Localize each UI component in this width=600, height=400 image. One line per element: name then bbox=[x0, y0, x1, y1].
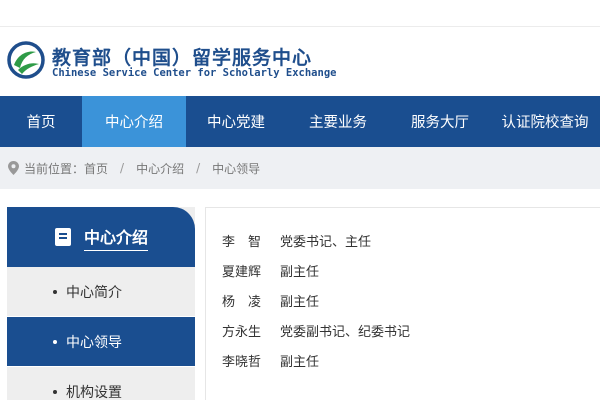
breadcrumb-current[interactable]: 中心领导 bbox=[212, 160, 260, 177]
leader-title: 副主任 bbox=[280, 294, 320, 310]
leader-name[interactable]: 夏建辉 bbox=[222, 261, 280, 280]
breadcrumb-prefix: 当前位置： bbox=[24, 161, 85, 176]
sidebar-header: 中心介绍 bbox=[7, 207, 195, 267]
top-strip bbox=[0, 0, 600, 27]
list-item: 方永生 党委副书记、纪委书记 bbox=[222, 320, 410, 340]
sidebar-title: 中心介绍 bbox=[83, 224, 148, 251]
sidebar-item-organization[interactable]: 机构设置 bbox=[7, 367, 195, 400]
list-item: 李 智 党委书记、主任 bbox=[222, 230, 371, 250]
breadcrumb-separator: / bbox=[120, 161, 125, 175]
sidebar-item-center-profile[interactable]: 中心简介 bbox=[7, 267, 195, 317]
leader-title: 副主任 bbox=[280, 264, 320, 280]
list-item: 杨 凌 副主任 bbox=[222, 290, 319, 310]
leader-title: 党委书记、主任 bbox=[280, 234, 372, 250]
main-nav: 首页 中心介绍 中心党建 主要业务 服务大厅 认证院校查询 bbox=[0, 96, 600, 147]
leader-title: 党委副书记、纪委书记 bbox=[280, 324, 411, 340]
logo-english-name[interactable]: Chinese Service Center for Scholarly Exc… bbox=[52, 67, 336, 79]
bullet-icon bbox=[53, 339, 57, 344]
sidebar: 中心介绍 中心简介 中心领导 机构设置 bbox=[7, 207, 195, 400]
logo-chinese-name[interactable]: 教育部（中国）留学服务中心 bbox=[52, 43, 312, 70]
list-item: 夏建辉 副主任 bbox=[222, 260, 319, 280]
bullet-icon bbox=[53, 289, 57, 294]
nav-item-service-hall[interactable]: 服务大厅 bbox=[390, 96, 490, 147]
location-pin-icon bbox=[8, 161, 19, 175]
sidebar-item-label: 中心领导 bbox=[66, 334, 122, 351]
csce-logo-icon[interactable] bbox=[6, 40, 46, 80]
nav-item-party-building[interactable]: 中心党建 bbox=[186, 96, 286, 147]
nav-item-center-intro[interactable]: 中心介绍 bbox=[82, 96, 186, 147]
sidebar-item-center-leaders[interactable]: 中心领导 bbox=[7, 317, 195, 367]
breadcrumb-home[interactable]: 首页 bbox=[84, 160, 108, 177]
nav-item-school-query[interactable]: 认证院校查询 bbox=[490, 96, 600, 147]
bullet-icon bbox=[53, 389, 57, 394]
nav-item-main-business[interactable]: 主要业务 bbox=[286, 96, 390, 147]
leader-name[interactable]: 李晓哲 bbox=[222, 351, 280, 370]
leader-name[interactable]: 李 智 bbox=[222, 231, 280, 250]
sidebar-item-label: 机构设置 bbox=[66, 384, 122, 400]
document-icon bbox=[54, 228, 71, 246]
leader-title: 副主任 bbox=[280, 354, 320, 370]
sidebar-item-label: 中心简介 bbox=[66, 284, 122, 301]
breadcrumb-center-intro[interactable]: 中心介绍 bbox=[136, 160, 184, 177]
breadcrumb: 当前位置： 首页 / 中心介绍 / 中心领导 bbox=[0, 147, 600, 189]
leader-name[interactable]: 杨 凌 bbox=[222, 291, 280, 310]
breadcrumb-separator: / bbox=[196, 161, 201, 175]
leaders-list: 李 智 党委书记、主任 夏建辉 副主任 杨 凌 副主任 方永生 党委副书记、纪委… bbox=[205, 207, 600, 400]
leader-name[interactable]: 方永生 bbox=[222, 321, 280, 340]
list-item: 李晓哲 副主任 bbox=[222, 350, 319, 370]
site-header: 教育部（中国）留学服务中心 Chinese Service Center for… bbox=[0, 27, 600, 95]
nav-item-home[interactable]: 首页 bbox=[0, 96, 82, 147]
